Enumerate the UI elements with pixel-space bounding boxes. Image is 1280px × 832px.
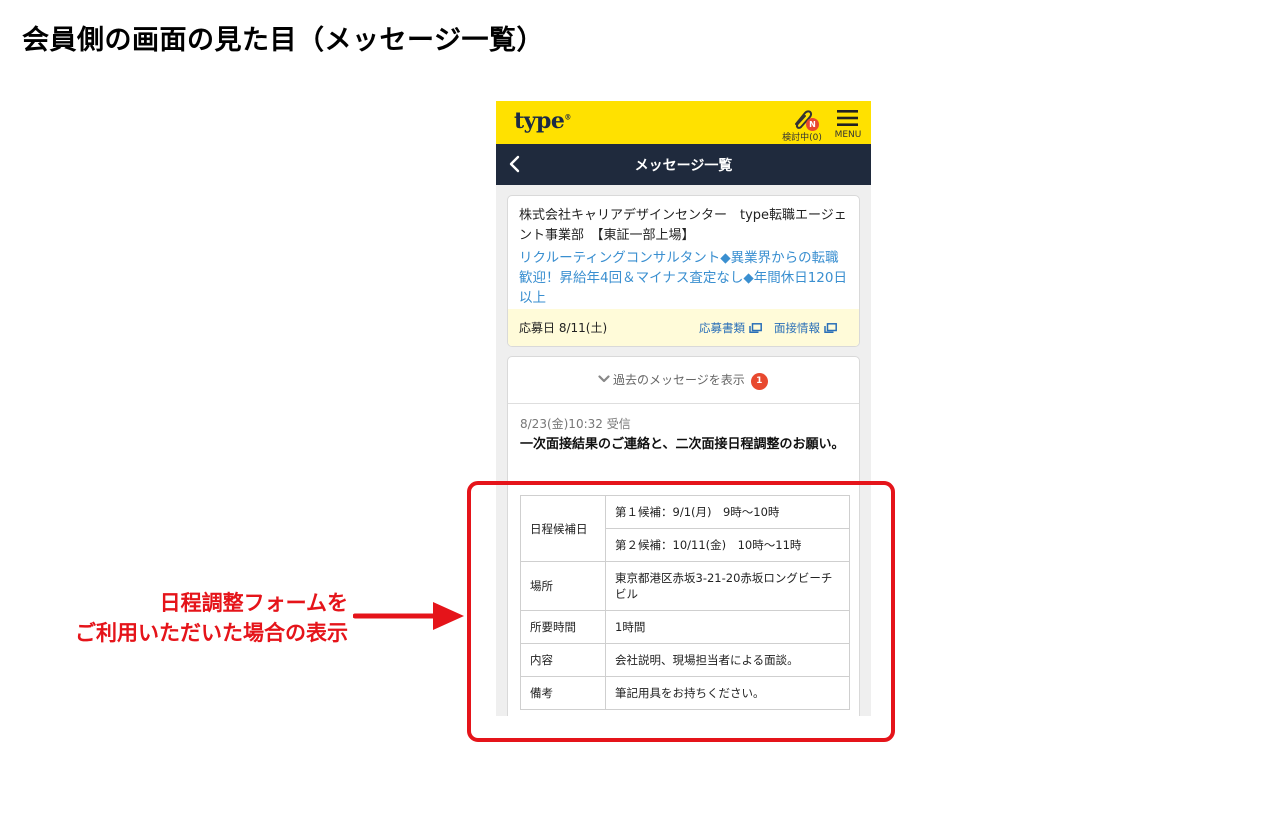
company-name: 株式会社キャリアデザインセンター type転職エージェント事業部 【東証一部上場… (519, 208, 847, 243)
hamburger-icon (837, 110, 858, 126)
past-count-badge: 1 (750, 373, 768, 390)
annotation-line-2: ご利用いただいた場合の表示 (75, 621, 348, 645)
message-subject: 一次面接結果のご連絡と、二次面接日程調整のお願い。 (520, 437, 845, 452)
past-messages-row: 過去のメッセージを表示 1 (598, 371, 768, 390)
application-card: 株式会社キャリアデザインセンター type転職エージェント事業部 【東証一部上場… (507, 195, 860, 347)
new-window-icon (824, 323, 837, 333)
menu-label: MENU (834, 130, 862, 140)
arrow-right-icon (353, 602, 464, 630)
saved-jobs-button[interactable]: N 検討中(0) (778, 107, 826, 143)
slide-title: 会員側の画面の見た目（メッセージ一覧） (22, 25, 544, 56)
saved-jobs-label: 検討中(0) (782, 133, 822, 143)
highlight-frame (467, 481, 895, 742)
interview-link-label: 面接情報 (774, 321, 820, 335)
nav-title: メッセージ一覧 (634, 158, 733, 174)
application-footer: 応募日 8/11(土) 応募書類 面接情報 (508, 309, 859, 346)
header-bar: type® N 検討中(0) MENU (496, 101, 871, 144)
nav-bar: メッセージ一覧 (496, 144, 871, 185)
message-received-time: 8/23(金)10:32 受信 (520, 417, 631, 431)
job-title-link[interactable]: リクルーティングコンサルタント◆異業界からの転職歓迎！昇給年4回＆マイナス査定な… (519, 248, 851, 308)
type-logo[interactable]: type® (514, 108, 571, 134)
apply-date: 応募日 8/11(土) (519, 321, 608, 335)
menu-button[interactable]: MENU (830, 107, 866, 143)
application-docs-link[interactable]: 応募書類 (699, 320, 762, 336)
new-window-icon (749, 323, 762, 333)
annotation-text: 日程調整フォームを ご利用いただいた場合の表示 (75, 588, 348, 648)
logo-text: type (514, 108, 565, 134)
show-past-messages-button[interactable]: 過去のメッセージを表示 1 (508, 357, 859, 404)
registered-mark: ® (564, 112, 571, 122)
interview-info-link[interactable]: 面接情報 (774, 320, 837, 336)
annotation-line-1: 日程調整フォームを (159, 591, 348, 615)
past-messages-label: 過去のメッセージを表示 (613, 373, 745, 387)
chevron-down-icon (598, 375, 610, 383)
docs-link-label: 応募書類 (699, 321, 745, 335)
